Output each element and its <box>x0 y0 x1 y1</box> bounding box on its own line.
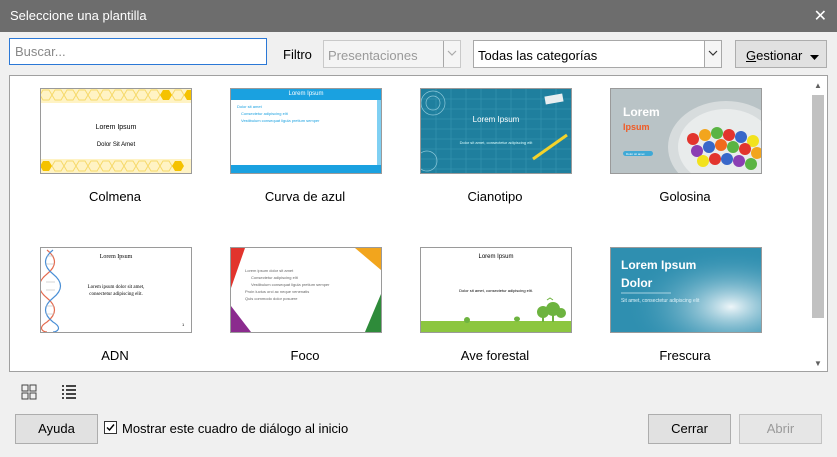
vertical-scrollbar[interactable]: ▲ ▼ <box>811 78 825 369</box>
manage-button[interactable]: Gestionar <box>735 40 827 68</box>
template-gallery: Lorem Ipsum Dolor Sit Amet Colmena Lorem… <box>9 75 828 372</box>
thumb-text: 1 <box>182 322 185 327</box>
thumbnail-view-icon[interactable] <box>19 382 39 402</box>
template-name: Curva de azul <box>264 189 346 204</box>
show-dialog-label[interactable]: Mostrar este cuadro de diálogo al inicio <box>122 421 348 436</box>
thumb-text: Quis commodo dolor posuere <box>245 296 298 301</box>
thumb-text: consectetur adipiscing elit. <box>89 292 143 297</box>
template-name: ADN <box>101 348 129 363</box>
thumb-text: Lorem Ipsum <box>621 258 697 272</box>
thumb-text: Lorem <box>623 105 660 119</box>
template-name: Ave forestal <box>460 348 530 363</box>
checkmark-icon <box>106 424 115 432</box>
close-icon[interactable]: ✕ <box>814 6 827 26</box>
template-thumbnail: Lorem Ipsum Dolor sit amet, consectetur … <box>420 247 572 333</box>
thumb-text: Dolor sit amet, consectetur adipiscing e… <box>459 140 533 145</box>
thumb-text: Dolor sit amet <box>237 104 262 109</box>
chevron-down-icon[interactable] <box>704 41 721 67</box>
thumb-text: Lorem Ipsum <box>288 91 324 97</box>
thumb-text: Ipsum <box>623 122 650 132</box>
thumb-text: Dolor sit amet, consectetur adipiscing e… <box>459 288 533 293</box>
template-name: Cianotipo <box>467 189 523 204</box>
scroll-down-icon[interactable]: ▼ <box>814 359 822 368</box>
filter-select: Presentaciones <box>323 40 461 68</box>
chevron-down-icon <box>443 41 460 67</box>
thumb-text: Consectetur adipiscing elit <box>251 275 298 280</box>
template-thumbnail: Lorem Ipsum Dolor Sit amet, consectetur … <box>610 247 762 333</box>
thumb-text: Lorem ipsum dolor sit amet, <box>87 285 145 290</box>
template-thumbnail: Lorem Ipsum Lorem ipsum dolor sit amet, … <box>40 247 192 333</box>
template-name: Golosina <box>659 189 711 204</box>
open-button: Abrir <box>739 414 822 444</box>
thumb-text: Dolor sit amet <box>626 152 645 156</box>
thumb-text: Vestibulum consequat ligula pretium semp… <box>241 118 320 123</box>
template-name: Frescura <box>659 348 711 363</box>
category-select-value: Todas las categorías <box>478 48 598 63</box>
thumb-text: Consectetur adipiscing elit <box>241 111 288 116</box>
show-dialog-checkbox[interactable] <box>104 421 117 434</box>
thumb-text: Lorem Ipsum <box>472 115 520 124</box>
template-thumbnail: Lorem Ipsum Dolor sit amet, consectetur … <box>420 88 572 174</box>
thumb-text: Lorem Ipsum <box>99 254 133 260</box>
thumb-text: Dolor Sit Amet <box>96 142 136 148</box>
help-button[interactable]: Ayuda <box>15 414 98 444</box>
template-name: Colmena <box>88 189 142 204</box>
thumb-text: Dolor <box>621 276 653 290</box>
filter-select-value: Presentaciones <box>328 48 418 63</box>
template-thumbnail: Lorem Ipsum Dolor Sit Amet <box>40 88 192 174</box>
manage-button-label: Gestionar <box>746 48 803 63</box>
list-view-icon[interactable] <box>59 382 79 402</box>
close-button[interactable]: Cerrar <box>648 414 731 444</box>
thumb-text: Sit amet, consectetur adipiscing elit <box>621 298 700 304</box>
window-title: Seleccione una plantilla <box>10 8 147 23</box>
filter-label: Filtro <box>283 47 312 62</box>
thumb-text: Lorem Ipsum <box>95 124 137 131</box>
category-select[interactable]: Todas las categorías <box>473 40 722 68</box>
scrollbar-thumb[interactable] <box>812 95 824 318</box>
template-thumbnail: Lorem Ipsum Dolor sit amet <box>610 88 762 174</box>
thumb-text: Lorem Ipsum <box>478 254 514 260</box>
thumb-text: Proin luctus orci ac neque venenatis <box>245 289 310 294</box>
thumb-text: Lorem ipsum dolor sit amet <box>245 268 294 273</box>
caret-down-icon <box>810 49 819 64</box>
template-name: Foco <box>290 348 320 363</box>
thumb-text: Vestibulum consequat ligula pretium semp… <box>251 282 330 287</box>
scroll-up-icon[interactable]: ▲ <box>814 81 822 90</box>
title-bar: Seleccione una plantilla ✕ <box>0 0 837 32</box>
search-input[interactable] <box>9 38 267 65</box>
template-thumbnail: Lorem ipsum dolor sit amet Consectetur a… <box>230 247 382 333</box>
template-thumbnail: Lorem Ipsum Dolor sit amet Consectetur a… <box>230 88 382 174</box>
